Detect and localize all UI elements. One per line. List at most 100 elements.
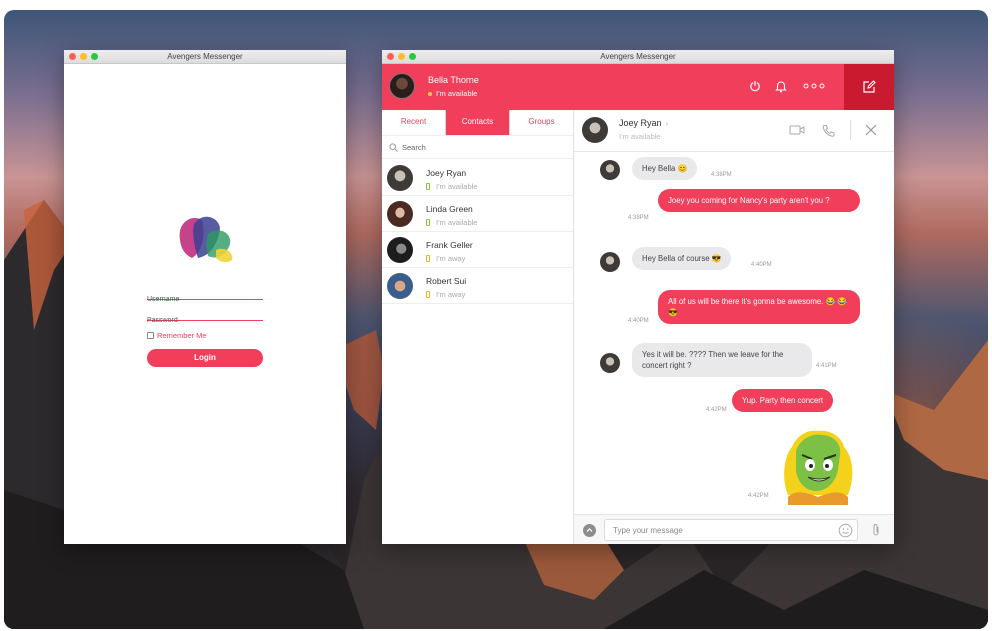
- message-incoming: Yes it will be. ???? Then we leave for t…: [632, 343, 812, 377]
- more-icon[interactable]: [803, 83, 825, 89]
- sticker-image: [784, 430, 853, 505]
- login-titlebar: Avengers Messenger: [64, 50, 346, 64]
- zoom-window-button[interactable]: [91, 53, 98, 60]
- close-chat-icon[interactable]: [865, 124, 877, 136]
- username-input[interactable]: [147, 294, 263, 305]
- avatar: [387, 273, 413, 299]
- remember-me-checkbox[interactable]: [147, 332, 154, 339]
- avatar: [600, 353, 620, 373]
- avatar: [387, 237, 413, 263]
- search-bar[interactable]: Search: [382, 137, 573, 159]
- message-outgoing: Yup. Party then concert: [732, 389, 834, 412]
- avatar: [387, 165, 413, 191]
- message-composer: [574, 514, 894, 544]
- list-item[interactable]: Linda Green I'm available: [382, 196, 573, 232]
- message-incoming: Hey Bella 😊: [632, 157, 698, 180]
- status-dot-icon: [428, 91, 432, 96]
- message-time: 4:41PM: [816, 363, 837, 369]
- message-time: 4:40PM: [628, 318, 649, 324]
- message-incoming: Hey Bella of course 😎: [632, 247, 732, 270]
- tab-groups[interactable]: Groups: [510, 110, 573, 135]
- bell-icon[interactable]: [775, 80, 787, 93]
- search-icon: [389, 143, 398, 152]
- header-separator: [850, 120, 851, 140]
- chevron-right-icon: ›: [665, 119, 669, 128]
- contact-name: Robert Sui: [426, 276, 467, 286]
- paperclip-icon[interactable]: [871, 523, 881, 537]
- search-placeholder: Search: [402, 143, 426, 152]
- message-time: 4:42PM: [748, 493, 769, 499]
- window-controls: [69, 53, 98, 60]
- messenger-window-title: Avengers Messenger: [600, 52, 676, 61]
- message-time: 4:38PM: [711, 172, 732, 178]
- avatar: [600, 160, 620, 180]
- message-time: 4:38PM: [628, 215, 649, 221]
- contact-name: Joey Ryan: [426, 168, 467, 178]
- mobile-icon: [426, 291, 430, 298]
- chat-contact-name[interactable]: Joey Ryan ›: [619, 118, 668, 128]
- messenger-titlebar: Avengers Messenger: [382, 50, 894, 64]
- close-window-button[interactable]: [69, 53, 76, 60]
- phone-call-icon[interactable]: [822, 124, 835, 137]
- chat-contact-status: I'm available: [619, 132, 661, 141]
- power-icon[interactable]: [749, 80, 761, 92]
- minimize-window-button[interactable]: [398, 53, 405, 60]
- current-user-avatar[interactable]: [389, 73, 415, 99]
- contact-name: Frank Geller: [426, 240, 473, 250]
- emoji-icon[interactable]: [838, 523, 853, 538]
- contact-status: I'm available: [426, 182, 477, 191]
- chat-messages: Hey Bella 😊 4:38PM Joey you coming for N…: [574, 153, 894, 514]
- login-button[interactable]: Login: [147, 349, 263, 367]
- current-user-name: Bella Thorne: [428, 75, 479, 85]
- contact-status-text: I'm available: [436, 218, 478, 227]
- contact-status: I'm away: [426, 254, 465, 263]
- list-item[interactable]: Joey Ryan I'm available: [382, 160, 573, 196]
- window-controls: [387, 53, 416, 60]
- contact-status-text: I'm away: [436, 254, 466, 263]
- message-outgoing: Joey you coming for Nancy's party aren't…: [658, 189, 860, 212]
- app-header: Bella Thorne I'm available: [382, 64, 894, 110]
- password-field[interactable]: [147, 309, 263, 326]
- avatar: [387, 201, 413, 227]
- mobile-icon: [426, 255, 430, 262]
- app-logo-icon: [179, 216, 233, 263]
- contact-status-text: I'm available: [436, 182, 478, 191]
- message-input-field[interactable]: [604, 519, 858, 541]
- messenger-window: Avengers Messenger Bella Thorne I'm avai…: [382, 50, 894, 544]
- message-outgoing: All of us will be there it's gonna be aw…: [658, 290, 860, 324]
- login-window: Avengers Messenger Remember Me Login: [64, 50, 346, 544]
- tab-contacts[interactable]: Contacts: [446, 110, 510, 135]
- message-time: 4:40PM: [751, 262, 772, 268]
- contacts-tabs: Recent Contacts Groups: [382, 110, 573, 136]
- remember-me-label: Remember Me: [157, 331, 207, 340]
- contact-list: Joey Ryan I'm available Linda Green I'm …: [382, 160, 573, 304]
- login-window-title: Avengers Messenger: [167, 52, 243, 61]
- mobile-icon: [426, 219, 430, 226]
- contact-name: Linda Green: [426, 204, 473, 214]
- message-time: 4:42PM: [706, 407, 727, 413]
- mobile-icon: [426, 183, 430, 190]
- close-window-button[interactable]: [387, 53, 394, 60]
- avatar: [600, 252, 620, 272]
- contact-status: I'm available: [426, 218, 477, 227]
- password-input[interactable]: [147, 315, 263, 326]
- current-user-status-text: I'm available: [436, 89, 478, 98]
- username-field[interactable]: [147, 288, 263, 305]
- chat-contact-avatar[interactable]: [582, 117, 608, 143]
- contact-status-text: I'm away: [436, 290, 466, 299]
- video-call-icon[interactable]: [789, 124, 805, 136]
- list-item[interactable]: Frank Geller I'm away: [382, 232, 573, 268]
- tab-recent[interactable]: Recent: [382, 110, 446, 135]
- compose-button[interactable]: [844, 64, 894, 110]
- current-user-status[interactable]: I'm available: [428, 89, 477, 98]
- contact-status: I'm away: [426, 290, 465, 299]
- minimize-window-button[interactable]: [80, 53, 87, 60]
- chat-header: Joey Ryan › I'm available: [574, 110, 894, 152]
- add-attachment-button[interactable]: [583, 524, 596, 537]
- message-input[interactable]: [605, 520, 857, 541]
- chat-contact-name-text: Joey Ryan: [619, 118, 662, 128]
- list-item[interactable]: Robert Sui I'm away: [382, 268, 573, 304]
- zoom-window-button[interactable]: [409, 53, 416, 60]
- compose-icon: [863, 80, 876, 93]
- remember-me[interactable]: Remember Me: [147, 331, 207, 340]
